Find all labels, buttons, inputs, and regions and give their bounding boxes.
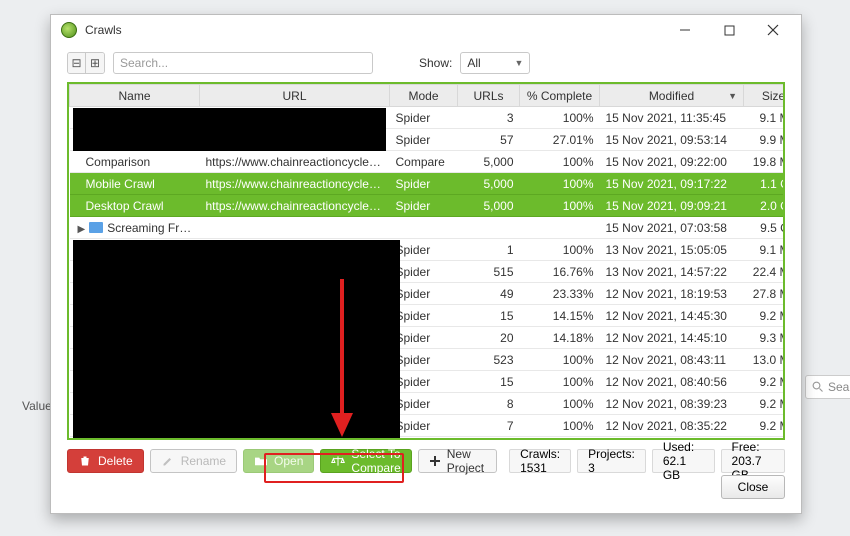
collapse-all-button[interactable]: ⊟ [68, 53, 86, 73]
expand-icon[interactable]: ▶ [78, 224, 86, 235]
crawls-table-container: Name URL Mode URLs % Complete Modified▼ … [67, 82, 785, 440]
status-used: Used: 62.1 GB [652, 449, 715, 473]
sort-desc-icon: ▼ [728, 91, 737, 101]
col-complete[interactable]: % Complete [520, 85, 600, 107]
delete-button[interactable]: Delete [67, 449, 144, 473]
table-row[interactable]: Desktop Crawlhttps://www.chainreactioncy… [70, 195, 786, 217]
app-icon [61, 22, 77, 38]
close-window-button[interactable] [751, 16, 795, 44]
col-modified[interactable]: Modified▼ [600, 85, 744, 107]
col-size[interactable]: Size [744, 85, 786, 107]
trash-icon [78, 454, 92, 468]
background-search-placeholder: Sear [828, 380, 850, 394]
table-row[interactable]: Mobile Crawlhttps://www.chainreactioncyc… [70, 173, 786, 195]
crawls-dialog: Crawls ⊟ ⊞ Search... Show: All ▼ [50, 14, 802, 514]
status-projects: Projects: 3 [577, 449, 646, 473]
chevron-down-icon: ▼ [514, 58, 523, 68]
folder-icon [89, 222, 103, 233]
toolbar: ⊟ ⊞ Search... Show: All ▼ [51, 45, 801, 82]
search-placeholder: Search... [120, 56, 168, 70]
minimize-button[interactable] [663, 16, 707, 44]
redacted-region [73, 240, 400, 439]
col-urls[interactable]: URLs [458, 85, 520, 107]
search-input[interactable]: Search... [113, 52, 373, 74]
background-value-label: Value [22, 399, 52, 413]
open-button[interactable]: Open [243, 449, 314, 473]
col-url[interactable]: URL [200, 85, 390, 107]
show-filter-dropdown[interactable]: All ▼ [460, 52, 530, 74]
maximize-button[interactable] [707, 16, 751, 44]
status-crawls: Crawls: 1531 [509, 449, 571, 473]
col-mode[interactable]: Mode [390, 85, 458, 107]
background-search-input[interactable]: Sear [805, 375, 850, 399]
expand-all-button[interactable]: ⊞ [86, 53, 104, 73]
folder-open-icon [254, 454, 268, 468]
expand-collapse-group: ⊟ ⊞ [67, 52, 105, 74]
select-to-compare-button[interactable]: Select To Compare [320, 449, 411, 473]
table-row[interactable]: Comparisonhttps://www.chainreactioncycle… [70, 151, 786, 173]
rename-button[interactable]: Rename [150, 449, 237, 473]
new-project-button[interactable]: New Project [418, 449, 497, 473]
window-title: Crawls [85, 23, 122, 37]
compare-scale-icon [331, 454, 345, 468]
table-row[interactable]: ▶Screaming Frog (251)15 Nov 2021, 07:03:… [70, 217, 786, 239]
close-button[interactable]: Close [721, 475, 785, 499]
redacted-region [73, 108, 386, 151]
col-name[interactable]: Name [70, 85, 200, 107]
show-filter-value: All [467, 56, 480, 70]
button-bar: Delete Rename Open Select To Compare New… [67, 449, 785, 473]
status-free: Free: 203.7 GB [721, 449, 785, 473]
show-label: Show: [419, 56, 452, 70]
titlebar: Crawls [51, 15, 801, 45]
pencil-icon [161, 454, 175, 468]
plus-icon [429, 454, 441, 468]
